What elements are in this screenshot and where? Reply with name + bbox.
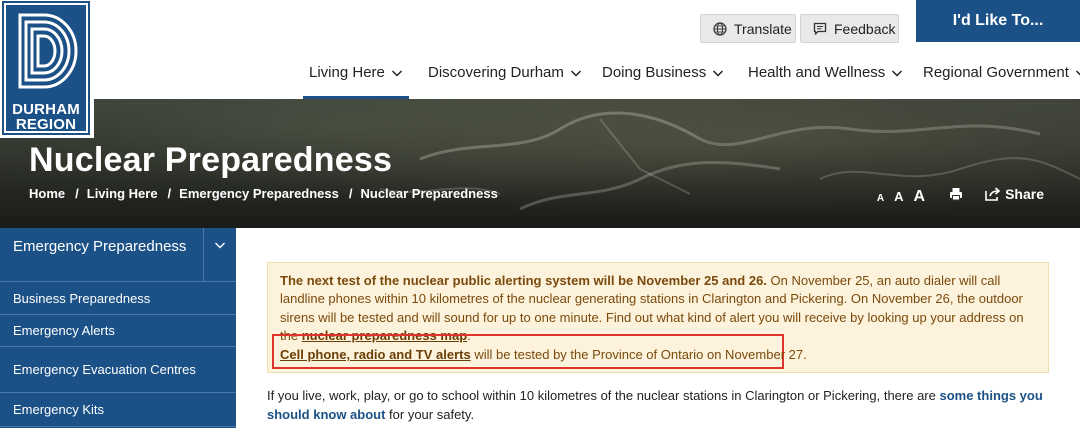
site-header: Translate Feedback I'd Like To... Living…: [0, 0, 1080, 99]
logo-d-mark: [18, 13, 78, 89]
translate-label: Translate: [734, 20, 792, 37]
print-icon[interactable]: [949, 187, 963, 201]
chevron-down-icon: [1075, 66, 1080, 78]
page-tools: A A A Share: [877, 186, 1044, 206]
chevron-down-icon: [891, 66, 903, 78]
logo-text-durham: DURHAM: [12, 101, 80, 118]
hero-banner: Nuclear Preparedness Home / Living Here …: [0, 99, 1080, 228]
breadcrumb-emergency-preparedness[interactable]: Emergency Preparedness: [179, 186, 339, 201]
font-size-small-button[interactable]: A: [877, 193, 884, 204]
breadcrumb-current: Nuclear Preparedness: [360, 186, 498, 201]
sidebar-item-business-preparedness[interactable]: Business Preparedness: [0, 283, 236, 315]
globe-icon: [713, 21, 727, 36]
nav-health-and-wellness[interactable]: Health and Wellness: [748, 60, 903, 99]
id-like-to-button[interactable]: I'd Like To...: [916, 0, 1080, 42]
main-nav: Living Here Discovering Durham Doing Bus…: [0, 60, 1080, 100]
breadcrumb-separator: /: [167, 186, 172, 201]
nav-regional-government[interactable]: Regional Government: [923, 60, 1080, 99]
breadcrumb: Home / Living Here / Emergency Preparedn…: [29, 186, 498, 201]
chevron-down-icon: [570, 66, 582, 78]
sidebar-heading-label: Emergency Preparedness: [13, 238, 187, 255]
sidebar-heading[interactable]: Emergency Preparedness: [0, 228, 236, 282]
sidebar-item-evacuation-centres[interactable]: Emergency Evacuation Centres: [0, 347, 236, 393]
translate-button[interactable]: Translate: [700, 14, 796, 43]
font-size-large-button[interactable]: A: [914, 188, 926, 206]
alert-paragraph-2: Cell phone, radio and TV alerts will be …: [280, 347, 807, 362]
logo-text-region: REGION: [15, 116, 77, 133]
share-label: Share: [1005, 186, 1044, 202]
breadcrumb-living-here[interactable]: Living Here: [87, 186, 158, 201]
sidebar-item-emergency-kits[interactable]: Emergency Kits: [0, 393, 236, 427]
comment-icon: [813, 22, 827, 36]
feedback-label: Feedback: [834, 20, 896, 37]
chevron-down-icon: [712, 66, 724, 78]
sidebar-item-emergency-alerts[interactable]: Emergency Alerts: [0, 315, 236, 347]
alert-notice: The next test of the nuclear public aler…: [267, 262, 1049, 373]
nav-living-here[interactable]: Living Here: [303, 60, 409, 99]
breadcrumb-home[interactable]: Home: [29, 186, 65, 201]
font-size-medium-button[interactable]: A: [894, 189, 903, 204]
share-icon: [985, 187, 1001, 201]
share-button[interactable]: Share: [985, 186, 1044, 202]
cell-radio-tv-alerts-link[interactable]: Cell phone, radio and TV alerts: [280, 347, 471, 362]
feedback-button[interactable]: Feedback: [800, 14, 899, 43]
breadcrumb-separator: /: [75, 186, 79, 201]
breadcrumb-separator: /: [348, 186, 353, 201]
chevron-down-icon: [391, 66, 403, 78]
sidebar-toggle[interactable]: [203, 228, 236, 282]
durham-region-logo[interactable]: DURHAM REGION: [0, 0, 94, 138]
page-title: Nuclear Preparedness: [29, 141, 393, 179]
alert-p2-text: will be tested by the Province of Ontari…: [470, 347, 807, 362]
nav-doing-business[interactable]: Doing Business: [602, 60, 724, 99]
chevron-down-icon: [215, 242, 225, 249]
intro-paragraph: If you live, work, play, or go to school…: [267, 388, 1043, 422]
alert-bold-intro: The next test of the nuclear public aler…: [280, 273, 767, 288]
section-sidebar: Emergency Preparedness Business Prepared…: [0, 228, 236, 428]
nav-discovering-durham[interactable]: Discovering Durham: [428, 60, 582, 99]
